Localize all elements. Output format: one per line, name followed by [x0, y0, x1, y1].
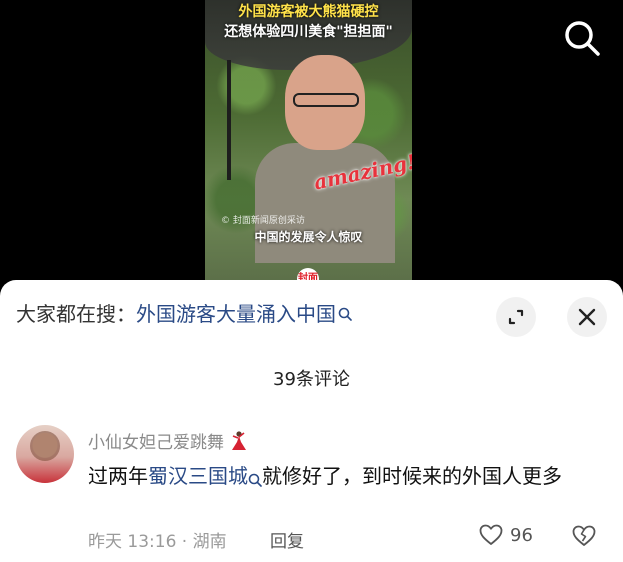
- avatar-hair: [30, 431, 60, 461]
- dancer-emoji-icon: [228, 430, 250, 457]
- like-button[interactable]: 96: [478, 523, 533, 547]
- username-text: 小仙女妲己爱跳舞: [88, 433, 224, 453]
- comment-sheet: 大家都在搜：外国游客大量涌入中国 39条评论 小仙女妲己爱跳舞 过两年蜀汉三国城…: [0, 280, 623, 562]
- trending-prefix: 大家都在搜：: [16, 302, 136, 326]
- heart-icon: [479, 524, 503, 545]
- search-small-icon: [248, 467, 262, 498]
- video-player[interactable]: 外国游客被大熊猫硬控 还想体验四川美食"担担面" amazing! © 封面新闻…: [0, 0, 623, 285]
- comment-username[interactable]: 小仙女妲己爱跳舞: [88, 428, 250, 457]
- close-icon: [578, 308, 596, 326]
- avatar[interactable]: [16, 425, 74, 483]
- close-button[interactable]: [567, 297, 607, 337]
- video-headline-line2: 还想体验四川美食"担担面": [224, 24, 393, 40]
- video-watermark: © 封面新闻原创采访: [221, 216, 305, 226]
- comment-body: 过两年蜀汉三国城 就修好了，到时候来的外国人更多: [88, 461, 608, 498]
- video-headline-line1: 外国游客被大熊猫硬控: [238, 4, 379, 20]
- person-glasses: [293, 93, 359, 107]
- broken-heart-icon: [572, 525, 596, 546]
- expand-button[interactable]: [496, 297, 536, 337]
- comment-item: 小仙女妲己爱跳舞 过两年蜀汉三国城 就修好了，到时候来的外国人更多 昨天 13:1…: [0, 425, 623, 562]
- comment-search-link[interactable]: 蜀汉三国城: [148, 464, 248, 488]
- expand-icon: [508, 309, 524, 325]
- umbrella-handle-graphic: [227, 60, 231, 180]
- comment-time-location: 昨天 13:16 · 湖南: [88, 532, 227, 552]
- trending-search: 大家都在搜：外国游客大量涌入中国: [16, 298, 352, 328]
- comment-text-after: 就修好了，到时候来的外国人更多: [262, 464, 562, 488]
- trending-search-link[interactable]: 外国游客大量涌入中国: [136, 302, 336, 326]
- search-small-icon: [338, 304, 352, 328]
- video-frame[interactable]: 外国游客被大熊猫硬控 还想体验四川美食"担担面" amazing! © 封面新闻…: [205, 0, 412, 285]
- comment-count: 39条评论: [273, 369, 350, 390]
- video-caption: 中国的发展令人惊叹: [254, 230, 363, 244]
- search-icon: [565, 21, 600, 56]
- search-button[interactable]: [560, 16, 604, 60]
- like-count: 96: [510, 524, 533, 546]
- dislike-button[interactable]: [570, 523, 598, 553]
- comment-text-before: 过两年: [88, 464, 148, 488]
- reply-button[interactable]: 回复: [270, 527, 304, 552]
